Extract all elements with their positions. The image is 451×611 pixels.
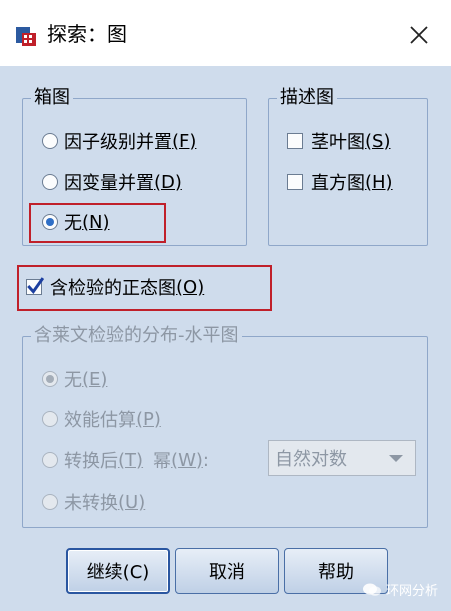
spread-option-power-estimation[interactable]: 效能估算 (P): [42, 405, 161, 433]
radio-button[interactable]: [42, 452, 58, 468]
option-label: 无: [64, 213, 82, 234]
power-label: 幂: [153, 451, 172, 472]
radio-button-selected[interactable]: [42, 371, 58, 387]
option-label: 效能估算: [64, 410, 136, 431]
spread-option-none[interactable]: 无 (E): [42, 365, 107, 393]
descriptive-legend: 描述图: [277, 86, 337, 110]
title-bar: 探索：图: [0, 0, 451, 66]
option-key: (T): [118, 449, 144, 471]
power-select[interactable]: 自然对数: [268, 440, 416, 476]
option-key: (P): [136, 408, 161, 430]
power-select-value: 自然对数: [275, 449, 347, 470]
check-mark-icon: [27, 277, 44, 294]
close-icon[interactable]: [408, 24, 430, 46]
boxplot-option-factor-levels[interactable]: 因子级别并置 (F): [42, 127, 196, 155]
option-label: 直方图: [311, 173, 365, 194]
radio-button-selected[interactable]: [42, 214, 58, 230]
radio-button[interactable]: [42, 174, 58, 190]
power-key: (W): [171, 449, 203, 471]
option-label: 茎叶图: [311, 132, 365, 153]
boxplot-option-dependents[interactable]: 因变量并置 (D): [42, 168, 182, 196]
radio-button[interactable]: [42, 411, 58, 427]
radio-button[interactable]: [42, 494, 58, 510]
option-label: 未转换: [64, 493, 118, 514]
boxplot-option-none[interactable]: 无 (N): [42, 208, 110, 236]
option-key: (H): [365, 171, 393, 193]
spread-option-untransformed[interactable]: 未转换 (U): [42, 488, 145, 516]
option-key: (O): [176, 276, 205, 298]
checkbox-checked[interactable]: [26, 277, 44, 295]
descriptive-option-stem-leaf[interactable]: 茎叶图 (S): [287, 127, 390, 155]
wechat-icon: [363, 583, 381, 596]
option-key: (U): [118, 491, 146, 513]
chevron-down-icon: [389, 455, 403, 462]
spread-option-transformed[interactable]: 转换后 (T) 幂 (W):: [42, 446, 209, 474]
radio-button[interactable]: [42, 133, 58, 149]
continue-button[interactable]: 继续(C): [66, 548, 170, 594]
normality-plots-checkbox[interactable]: 含检验的正态图 (O): [26, 273, 204, 301]
checkbox[interactable]: [287, 133, 303, 149]
cancel-button[interactable]: 取消: [175, 548, 279, 594]
option-key: (F): [172, 130, 197, 152]
option-label: 因子级别并置: [64, 132, 172, 153]
checkbox[interactable]: [287, 174, 303, 190]
option-key: (D): [154, 171, 182, 193]
option-key: (S): [365, 130, 391, 152]
watermark-text: 环网分析: [386, 584, 439, 599]
descriptive-option-histogram[interactable]: 直方图 (H): [287, 168, 393, 196]
spss-app-icon: [13, 22, 39, 48]
power-colon: :: [202, 449, 209, 471]
option-key: (E): [82, 368, 108, 390]
option-label: 含检验的正态图: [50, 278, 176, 299]
boxplot-legend: 箱图: [31, 86, 73, 110]
watermark: 环网分析: [362, 580, 438, 599]
option-label: 因变量并置: [64, 173, 154, 194]
spread-level-legend: 含莱文检验的分布-水平图: [31, 324, 242, 348]
window-title: 探索：图: [47, 22, 127, 46]
option-label: 无: [64, 370, 82, 391]
option-key: (N): [82, 211, 110, 233]
option-label: 转换后: [64, 451, 118, 472]
